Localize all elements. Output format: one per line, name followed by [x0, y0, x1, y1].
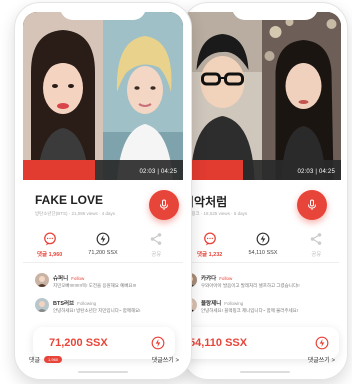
action-row: 댓글 1,960 71,200 SSX 공유 [23, 231, 183, 258]
share-action[interactable]: 공유 [291, 231, 341, 258]
home-indicator [78, 371, 128, 373]
video-thumbnail-right [262, 12, 341, 180]
video-thumbnail-left [183, 12, 262, 180]
phone-notch [231, 3, 318, 20]
tip-action[interactable]: 54,110 SSX [238, 231, 288, 258]
mic-record-button[interactable] [149, 190, 179, 220]
comment-author: BTS러브 [53, 301, 75, 307]
coin-icon [255, 231, 270, 246]
microphone-icon [308, 199, 316, 210]
comment-author: 블랑제니 [201, 301, 222, 307]
tip-total-price: 71,200 SSX [49, 337, 108, 349]
video-progress-fill [23, 160, 95, 180]
song-meta: 방탄소년단(BTS) · 21,086 views · 4 days [35, 211, 115, 216]
mic-record-button[interactable] [297, 190, 327, 220]
avatar[interactable] [35, 298, 49, 312]
home-indicator [240, 371, 290, 373]
video-player[interactable]: 02:03 | 04:25 [183, 12, 341, 180]
comment-icon [42, 231, 57, 246]
comment-item[interactable]: BTS러브 Following 안녕하세요! 방탄소년단 지민입니다~ 함께해요… [35, 298, 177, 320]
phone-notch [60, 3, 146, 20]
share-action[interactable]: 공유 [131, 231, 181, 258]
tip-amount: 54,110 SSX [248, 250, 278, 256]
video-thumbnail-right [103, 12, 183, 180]
comment-item[interactable]: 슈퍼니 Follow 지민오빠!!!!!!!!!!목! 도전을 응원해요 예뻐요… [35, 273, 177, 295]
video-thumbnail-left [23, 12, 103, 180]
share-icon [149, 231, 164, 246]
video-progress-fill [183, 160, 244, 180]
phone-frame-front: 02:03 | 04:25 FAKE LOVE 방탄소년단(BTS) · 21,… [14, 2, 192, 380]
following-button[interactable]: Following [77, 301, 96, 306]
comment-author: 카캬다 [201, 276, 217, 282]
action-row: 댓글 1,232 54,110 SSX 공유 [183, 231, 343, 258]
song-title: FAKE LOVE [35, 193, 104, 207]
comments-action[interactable]: 댓글 1,232 [185, 231, 235, 258]
tip-amount: 71,200 SSX [88, 250, 118, 256]
divider [23, 262, 183, 263]
comments-action[interactable]: 댓글 1,960 [25, 231, 75, 258]
video-player[interactable]: 02:03 | 04:25 [23, 12, 183, 180]
comments-count: 댓글 1,960 [36, 252, 63, 258]
divider [183, 262, 339, 263]
video-timecode: 02:03 | 04:25 [139, 169, 177, 175]
write-comment-link[interactable]: 댓글쓰기 > [308, 355, 335, 364]
comment-text: 지민오빠!!!!!!!!!!목! 도전을 응원해요 예뻐요!!! [53, 283, 137, 288]
tip-action[interactable]: 71,200 SSX [78, 231, 128, 258]
avatar[interactable] [35, 273, 49, 287]
comment-text: 안녕하세요! 블랙핑크 제니입니다~ 함께 불러주세요! [201, 308, 299, 313]
comment-text: 우와아아아 발음이고 발레처리 셀프하고 그렸습니다!! [201, 283, 300, 288]
comment-text: 안녕하세요! 방탄소년단 지민입니다~ 함께해요! [53, 308, 141, 313]
coin-icon[interactable] [151, 336, 165, 350]
comment-item[interactable]: 카캬다 Follow 우와아아아 발음이고 발레처리 셀프하고 그렸습니다!! [183, 273, 333, 295]
bottom-comments-label[interactable]: 댓글 [29, 355, 40, 364]
coin-icon [95, 231, 110, 246]
video-timecode: 02:03 | 04:25 [297, 169, 335, 175]
phone-frame-back: 02:03 | 04:25 지악처럼 블랙핑크 · 18,525 views ·… [182, 2, 348, 380]
comments-badge: 1,960 [44, 355, 63, 363]
comment-icon [202, 231, 217, 246]
share-icon [309, 231, 324, 246]
follow-button[interactable]: Follow [71, 276, 84, 281]
write-comment-link[interactable]: 댓글쓰기 > [152, 355, 179, 364]
share-label: 공유 [151, 252, 162, 258]
bottom-bar: 댓글쓰기 > [183, 353, 335, 365]
coin-icon[interactable] [315, 336, 329, 350]
tip-total-price: 54,110 SSX [189, 337, 248, 349]
follow-button[interactable]: Follow [219, 276, 232, 281]
comment-item[interactable]: 블랑제니 Following 안녕하세요! 블랙핑크 제니입니다~ 함께 불러주… [183, 298, 333, 320]
microphone-icon [160, 199, 168, 210]
song-meta: 블랙핑크 · 18,525 views · 5 days [183, 211, 248, 216]
following-button[interactable]: Following [224, 301, 243, 306]
share-label: 공유 [311, 252, 322, 258]
bottom-bar: 댓글 1,960 댓글쓰기 > [29, 353, 179, 365]
comments-count: 댓글 1,232 [196, 252, 223, 258]
comment-author: 슈퍼니 [53, 276, 69, 282]
